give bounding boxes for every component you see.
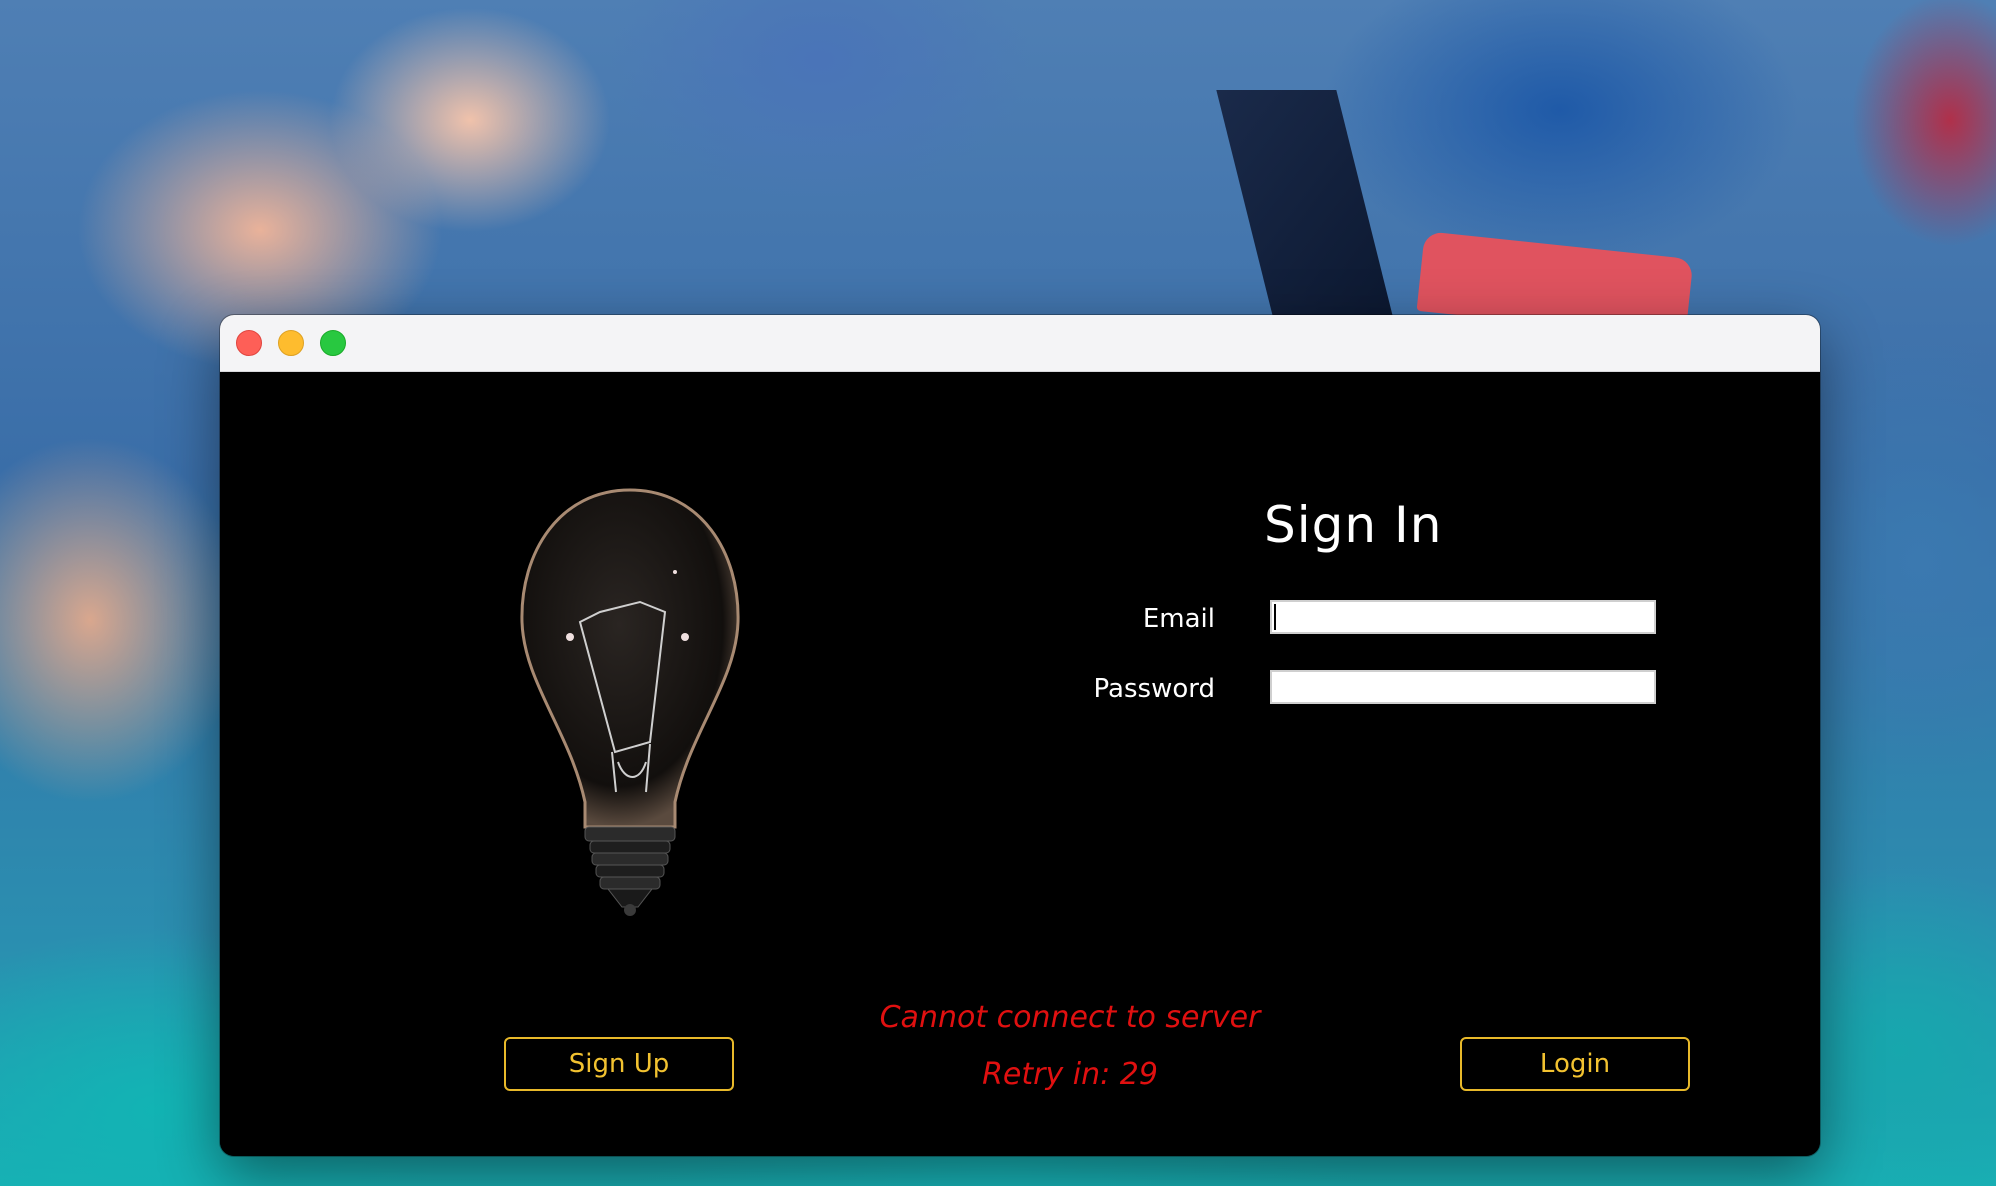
- maximize-window-button[interactable]: [320, 330, 346, 356]
- login-panel: Sign In Email Password Sign Up Cannot co…: [220, 372, 1820, 1156]
- password-label: Password: [1093, 674, 1215, 704]
- sign-up-button[interactable]: Sign Up: [504, 1037, 734, 1091]
- password-field[interactable]: [1270, 670, 1656, 704]
- wallpaper-boat-mast: [1216, 90, 1394, 320]
- app-window: Sign In Email Password Sign Up Cannot co…: [220, 315, 1820, 1156]
- connection-error-message: Cannot connect to server: [879, 1000, 1261, 1035]
- login-button[interactable]: Login: [1460, 1037, 1690, 1091]
- close-window-button[interactable]: [236, 330, 262, 356]
- light-bulb-icon: [520, 488, 740, 916]
- page-title: Sign In: [1264, 496, 1443, 554]
- retry-countdown: Retry in: 29: [982, 1057, 1158, 1092]
- text-caret: [1274, 604, 1276, 630]
- minimize-window-button[interactable]: [278, 330, 304, 356]
- email-label: Email: [1142, 604, 1215, 634]
- window-titlebar[interactable]: [220, 315, 1820, 372]
- email-field[interactable]: [1270, 600, 1656, 634]
